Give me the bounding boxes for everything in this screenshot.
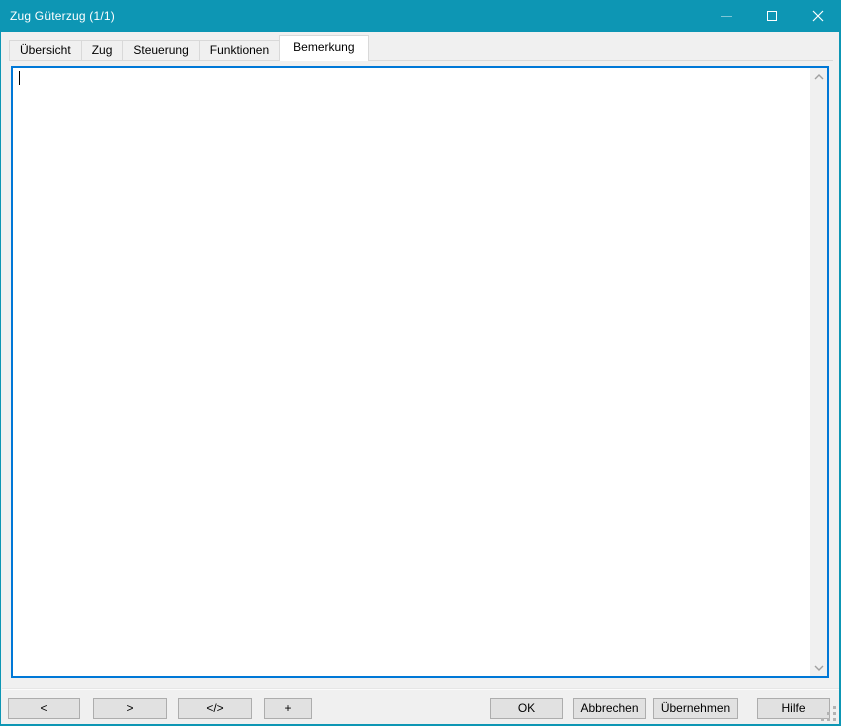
close-button[interactable] — [795, 0, 841, 32]
vertical-scrollbar[interactable] — [810, 68, 827, 676]
bemerkung-textarea[interactable] — [11, 66, 829, 678]
text-caret — [19, 71, 20, 85]
maximize-button[interactable] — [749, 0, 795, 32]
next-button[interactable]: > — [93, 698, 167, 719]
maximize-icon — [767, 11, 777, 21]
minimize-icon — [721, 16, 732, 17]
add-button[interactable]: + — [264, 698, 312, 719]
scroll-down-button[interactable] — [810, 659, 827, 676]
cancel-button[interactable]: Abbrechen — [573, 698, 646, 719]
ok-button[interactable]: OK — [490, 698, 563, 719]
close-icon — [812, 10, 824, 22]
tab-uebersicht[interactable]: Übersicht — [9, 40, 82, 61]
scroll-up-button[interactable] — [810, 68, 827, 85]
chevron-up-icon — [814, 74, 824, 80]
resize-grip[interactable] — [818, 703, 836, 721]
titlebar[interactable]: Zug Güterzug (1/1) — [0, 0, 841, 32]
window-title: Zug Güterzug (1/1) — [0, 9, 115, 23]
dialog-window: Zug Güterzug (1/1) Übersicht Zug Steueru… — [0, 0, 841, 726]
window-controls — [703, 0, 841, 32]
tab-strip: Übersicht Zug Steuerung Funktionen Bemer… — [9, 37, 834, 63]
tab-steuerung[interactable]: Steuerung — [122, 40, 199, 61]
apply-button[interactable]: Übernehmen — [653, 698, 738, 719]
code-button[interactable]: </> — [178, 698, 252, 719]
minimize-button[interactable] — [703, 0, 749, 32]
footer-separator — [2, 688, 839, 690]
previous-button[interactable]: < — [8, 698, 80, 719]
tab-funktionen[interactable]: Funktionen — [199, 40, 280, 61]
tab-list: Übersicht Zug Steuerung Funktionen Bemer… — [9, 37, 368, 61]
tab-bemerkung[interactable]: Bemerkung — [279, 35, 368, 61]
tab-zug[interactable]: Zug — [81, 40, 124, 61]
chevron-down-icon — [814, 665, 824, 671]
